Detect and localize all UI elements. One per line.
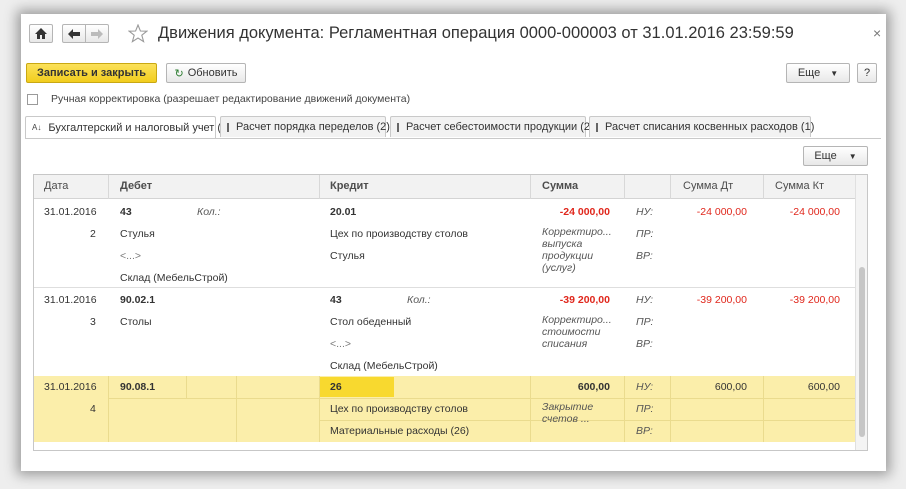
vr-label: ВР: [636, 250, 653, 262]
scrollbar-thumb[interactable] [859, 267, 865, 437]
row-content: Корректиро... выпуска продукции (услуг) [542, 226, 612, 274]
debit-subconto-1: Стулья [120, 228, 155, 240]
debit-account: 90.08.1 [120, 381, 156, 393]
arrow-left-icon [68, 28, 80, 39]
dropdown-arrow-icon: ▼ [848, 151, 857, 161]
debit-subconto-1: Столы [120, 316, 152, 328]
row-number: 4 [90, 403, 96, 415]
tab-redistribution-label: Расчет порядка переделов (2) [236, 121, 390, 133]
credit-account: 43 [330, 294, 342, 306]
tab-panel-border [25, 138, 881, 139]
debit-account: 43 [120, 206, 132, 218]
nu-label: НУ: [636, 206, 653, 218]
tab-redistribution[interactable]: Расчет порядка переделов (2) [220, 116, 390, 137]
credit-account: 20.01 [330, 206, 357, 218]
credit-subconto-2: <...> [330, 338, 352, 350]
row-number: 2 [90, 228, 96, 240]
vr-label: ВР: [636, 425, 653, 437]
vr-label: ВР: [636, 338, 653, 350]
row-date: 31.01.2016 [44, 294, 97, 306]
document-movements-window: Движения документа: Регламентная операци… [21, 14, 886, 471]
row-content: Закрытие счетов ... [542, 401, 594, 425]
table-row[interactable]: 31.01.2016 3 90.02.1 Столы 43 Кол.: Стол… [34, 288, 856, 376]
tab-indirect-costs-label: Расчет списания косвенных расходов (1) [605, 121, 815, 133]
manual-correction-checkbox[interactable] [27, 94, 38, 105]
debit-account: 90.02.1 [120, 294, 156, 306]
col-debit[interactable]: Дебет [120, 180, 152, 192]
debit-subconto-2: <...> [120, 250, 142, 262]
col-date[interactable]: Дата [44, 180, 68, 192]
credit-subconto-1: Цех по производству столов [330, 228, 469, 240]
refresh-label: Обновить [187, 67, 238, 79]
back-button[interactable] [62, 24, 86, 43]
sort-icon: A↓ [32, 123, 42, 132]
window-title: Движения документа: Регламентная операци… [158, 24, 794, 42]
credit-qty-label: Кол.: [407, 294, 431, 306]
save-close-button[interactable]: Записать и закрыть [26, 63, 157, 83]
credit-subconto-2: Стулья [330, 250, 365, 262]
dropdown-arrow-icon: ▼ [830, 68, 839, 78]
table-header: Дата Дебет Кредит Сумма Сумма Дт Сумма К… [34, 175, 856, 199]
col-sum[interactable]: Сумма [542, 180, 578, 192]
row-sum: -24 000,00 [559, 206, 610, 218]
row-sum-kt: -24 000,00 [789, 206, 840, 218]
col-credit[interactable]: Кредит [330, 180, 369, 192]
row-sum-dt: 600,00 [714, 381, 747, 393]
movements-table[interactable]: Дата Дебет Кредит Сумма Сумма Дт Сумма К… [33, 174, 868, 451]
credit-subconto-2: Материальные расходы (26) [330, 425, 470, 437]
home-button[interactable] [29, 24, 53, 43]
more-button[interactable]: Еще ▼ [786, 63, 850, 83]
row-sum-kt: -39 200,00 [789, 294, 840, 306]
pr-label: ПР: [636, 403, 654, 415]
arrow-right-icon [91, 28, 103, 39]
tab-accounting[interactable]: A↓ Бухгалтерский и налоговый учет (4) [25, 116, 231, 138]
row-sum-dt: -24 000,00 [696, 206, 747, 218]
nu-label: НУ: [636, 381, 653, 393]
tab-cost-price[interactable]: Расчет себестоимости продукции (2) [390, 116, 594, 137]
pr-label: ПР: [636, 228, 654, 240]
table-row-selected[interactable]: 31.01.2016 4 90.08.1 26 Цех по производс… [34, 376, 856, 442]
register-icon [227, 122, 229, 132]
refresh-button[interactable]: ↻ Обновить [166, 63, 246, 83]
credit-subconto-3: Склад (МебельСтрой) [330, 360, 438, 372]
row-sum-kt: 600,00 [807, 381, 840, 393]
col-sum-kt[interactable]: Сумма Кт [775, 180, 824, 192]
grid-more-button[interactable]: Еще ▼ [803, 146, 868, 166]
star-icon[interactable] [128, 24, 148, 43]
row-sum-dt: -39 200,00 [696, 294, 747, 306]
row-sum: 600,00 [577, 381, 610, 393]
row-date: 31.01.2016 [44, 206, 97, 218]
help-button[interactable]: ? [857, 63, 877, 83]
register-icon [397, 122, 399, 132]
col-sum-dt[interactable]: Сумма Дт [683, 180, 733, 192]
nu-label: НУ: [636, 294, 653, 306]
home-icon [35, 28, 47, 39]
refresh-icon: ↻ [174, 67, 184, 80]
pr-label: ПР: [636, 316, 654, 328]
row-number: 3 [90, 316, 96, 328]
tab-accounting-label: Бухгалтерский и налоговый учет (4) [48, 121, 231, 134]
forward-button[interactable] [85, 24, 109, 43]
more-label: Еще [797, 67, 821, 79]
manual-correction-label: Ручная корректировка (разрешает редактир… [51, 93, 411, 105]
row-sum: -39 200,00 [559, 294, 610, 306]
table-row[interactable]: 31.01.2016 2 43 Кол.: Стулья <...> Склад… [34, 199, 856, 287]
debit-qty-label: Кол.: [197, 206, 221, 218]
row-date: 31.01.2016 [44, 381, 97, 393]
debit-subconto-3: Склад (МебельСтрой) [120, 272, 228, 284]
vertical-scrollbar[interactable] [855, 175, 867, 450]
tab-indirect-costs[interactable]: Расчет списания косвенных расходов (1) [589, 116, 815, 137]
credit-subconto-1: Стол обеденный [330, 316, 412, 328]
credit-account: 26 [330, 381, 342, 393]
grid-more-label: Еще [814, 150, 837, 162]
credit-subconto-1: Цех по производству столов [330, 403, 469, 415]
tab-cost-price-label: Расчет себестоимости продукции (2) [406, 121, 594, 133]
register-icon [596, 122, 598, 132]
close-icon[interactable]: × [873, 25, 881, 41]
row-content: Корректиро... стоимости списания [542, 314, 612, 350]
